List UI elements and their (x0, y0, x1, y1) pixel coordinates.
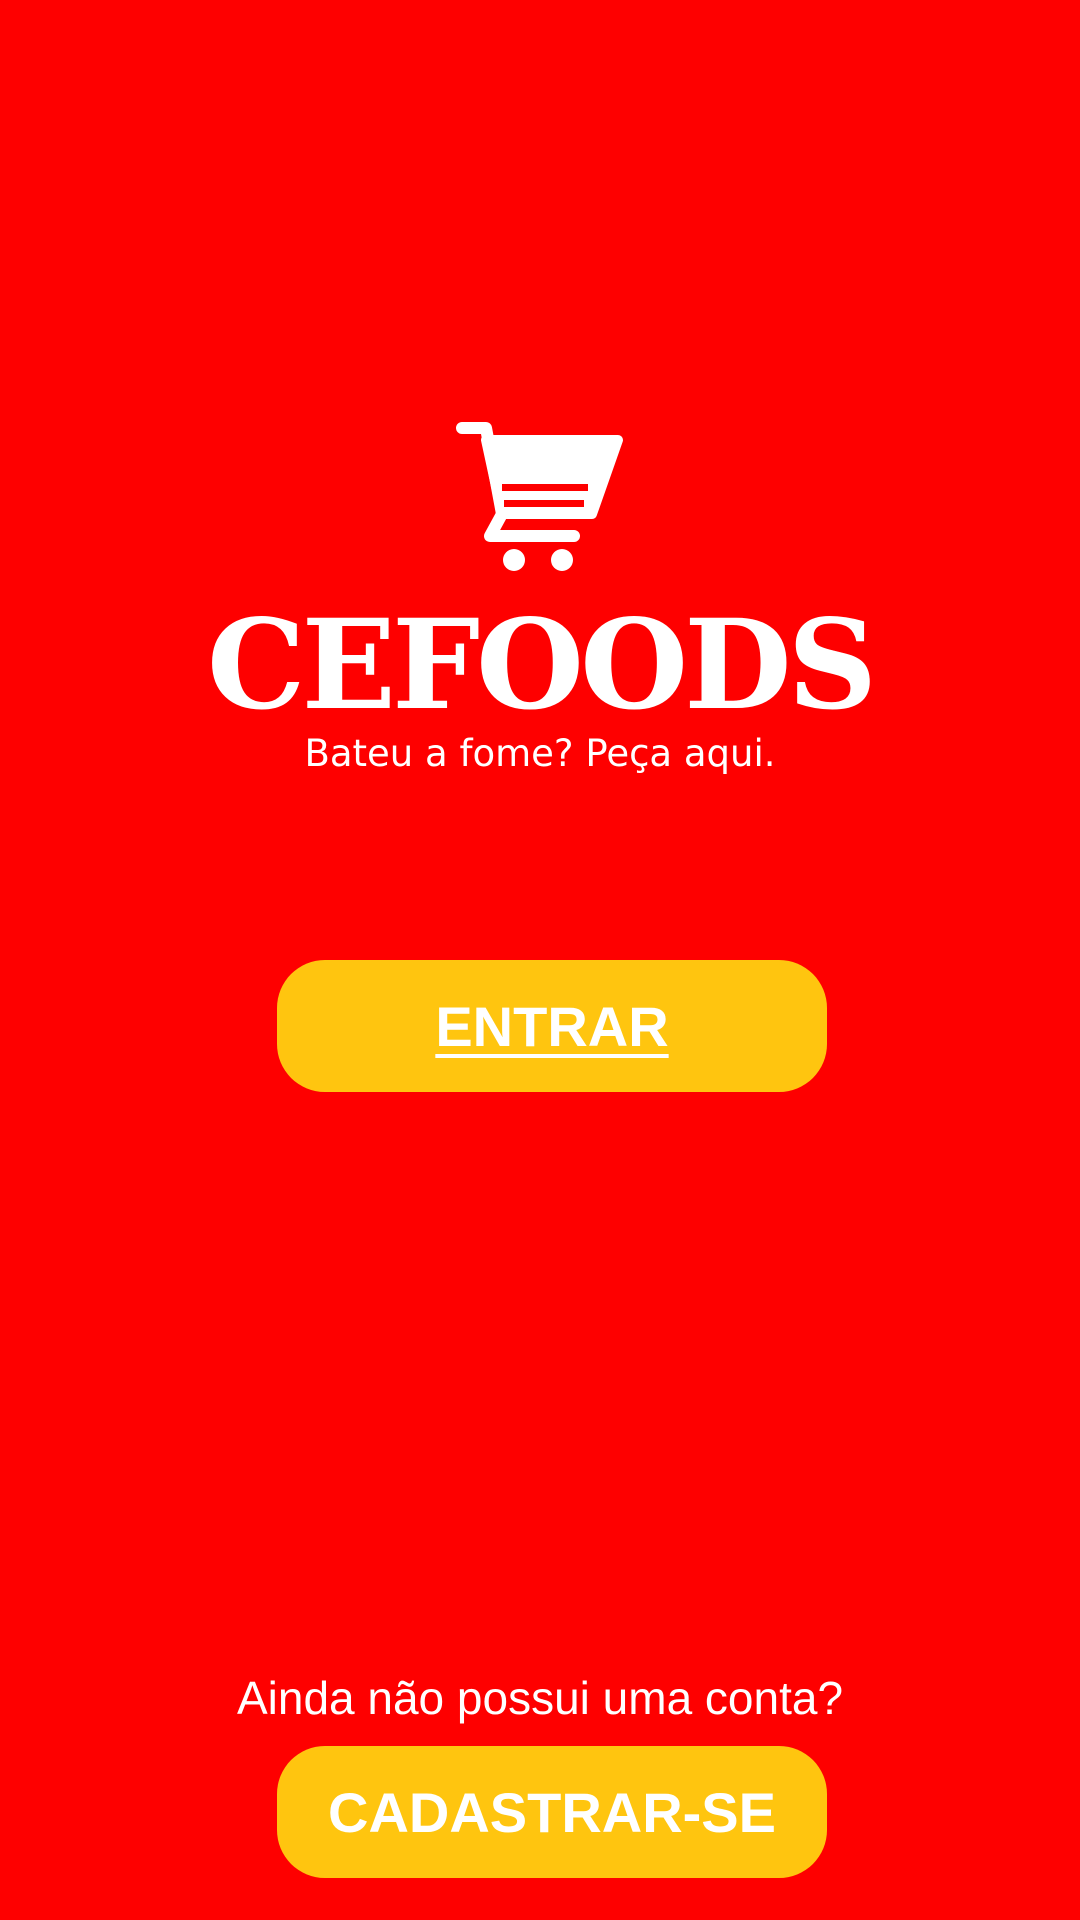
shopping-cart-icon (456, 422, 626, 574)
signup-button[interactable]: CADASTRAR-SE (277, 1746, 827, 1878)
brand-title: CEFOODS (206, 593, 877, 738)
login-button[interactable]: ENTRAR (277, 960, 827, 1092)
signup-prompt: Ainda não possui uma conta? (236, 1672, 844, 1724)
tagline: Bateu a fome? Peça aqui. (304, 732, 776, 775)
